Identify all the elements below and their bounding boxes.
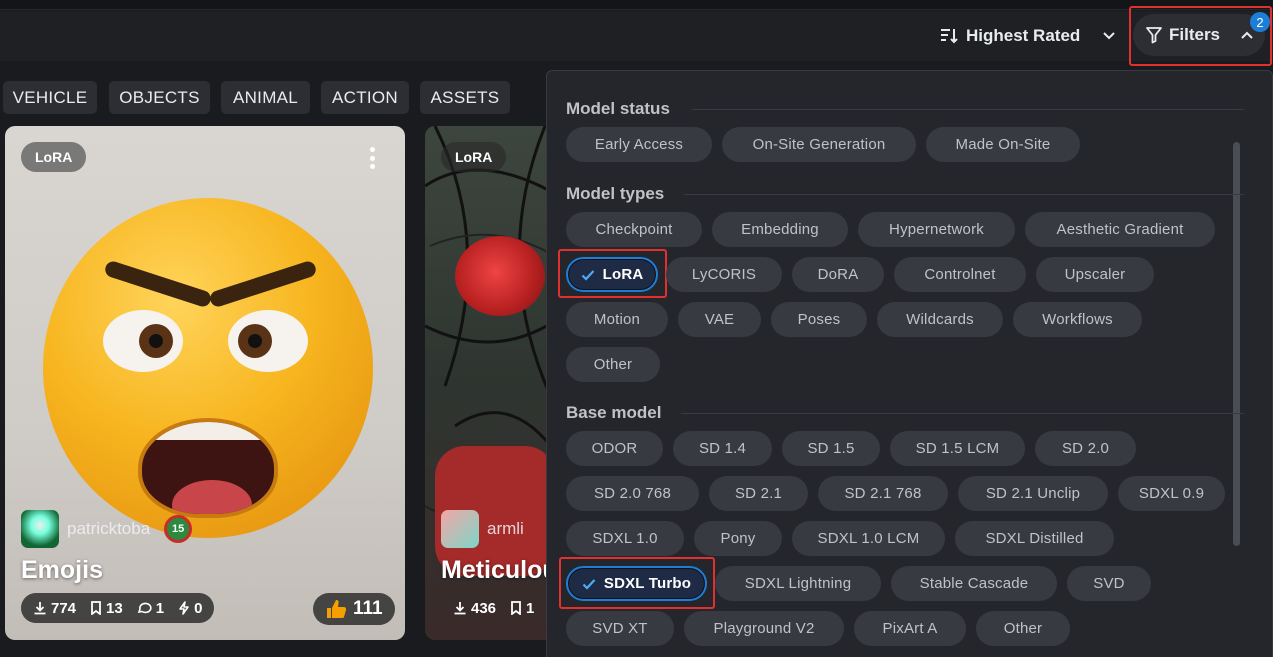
chip-stable-cascade[interactable]: Stable Cascade (891, 566, 1057, 601)
divider (692, 109, 1244, 110)
chip-sd-2-1-768[interactable]: SD 2.1 768 (818, 476, 948, 511)
chip-sd-2-1[interactable]: SD 2.1 (709, 476, 808, 511)
model-type-badge: LoRA (21, 142, 87, 172)
chip-workflows[interactable]: Workflows (1013, 302, 1142, 337)
chip-wildcards[interactable]: Wildcards (877, 302, 1003, 337)
creator-username: patricktoba (67, 519, 151, 538)
chip-hypernetwork[interactable]: Hypernetwork (858, 212, 1015, 247)
category-chip-objects[interactable]: OBJECTS (109, 81, 210, 114)
divider (684, 194, 1244, 195)
filter-icon (1146, 27, 1162, 44)
chip-other-type[interactable]: Other (566, 347, 660, 382)
chevron-down-icon (1103, 32, 1116, 40)
model-title: Meticulou (441, 556, 558, 584)
sort-dropdown[interactable]: Highest Rated (940, 22, 1116, 50)
creator[interactable]: armli (441, 510, 524, 548)
chevron-up-icon (1241, 31, 1253, 39)
model-stats: 774 13 1 0 (21, 593, 215, 623)
download-icon (454, 602, 466, 615)
bookmark-count: 13 (106, 599, 123, 617)
chip-sdxl-1-0[interactable]: SDXL 1.0 (566, 521, 684, 556)
chip-playground-v2[interactable]: Playground V2 (684, 611, 844, 646)
chip-odor[interactable]: ODOR (566, 431, 663, 466)
chip-svd-xt[interactable]: SVD XT (566, 611, 674, 646)
chip-controlnet[interactable]: Controlnet (894, 257, 1026, 292)
chip-sdxl-1-0-lcm[interactable]: SDXL 1.0 LCM (792, 521, 945, 556)
category-chip-assets[interactable]: ASSETS (420, 81, 510, 114)
chip-motion[interactable]: Motion (566, 302, 668, 337)
chip-vae[interactable]: VAE (678, 302, 761, 337)
chip-checkpoint[interactable]: Checkpoint (566, 212, 702, 247)
download-icon (34, 602, 46, 615)
creator-username: armli (487, 519, 524, 538)
chip-upscaler[interactable]: Upscaler (1036, 257, 1154, 292)
creator-level-badge: 15 (164, 515, 193, 543)
like-count: 111 (353, 598, 383, 619)
section-title-model-status: Model status (566, 99, 670, 118)
like-button[interactable]: 111 (313, 593, 395, 625)
model-type-badge: LoRA (441, 142, 507, 172)
chip-sd-1-4[interactable]: SD 1.4 (673, 431, 772, 466)
rose-graphic (455, 236, 545, 316)
model-card[interactable]: LoRA patricktoba 15 Emojis 774 13 1 0 11… (5, 126, 405, 640)
chip-label: LoRA (602, 266, 644, 283)
bookmark-icon (91, 601, 101, 615)
filters-count-badge: 2 (1250, 12, 1270, 32)
scrollbar[interactable] (1233, 142, 1240, 546)
more-options-icon[interactable] (363, 144, 381, 172)
avatar (441, 510, 479, 548)
chip-lycoris[interactable]: LyCORIS (666, 257, 782, 292)
top-strip (0, 0, 1273, 10)
chip-sd-2-1-unclip[interactable]: SD 2.1 Unclip (958, 476, 1108, 511)
chip-sd-2-0-768[interactable]: SD 2.0 768 (566, 476, 699, 511)
divider (681, 413, 1244, 414)
chip-embedding[interactable]: Embedding (712, 212, 848, 247)
chip-sd-1-5[interactable]: SD 1.5 (782, 431, 880, 466)
tip-count: 0 (194, 599, 203, 617)
chip-dora[interactable]: DoRA (792, 257, 884, 292)
chip-pixart-a[interactable]: PixArt A (854, 611, 966, 646)
comment-count: 1 (155, 599, 165, 617)
section-title-model-types: Model types (566, 184, 665, 203)
avatar (21, 510, 59, 548)
download-count: 436 (471, 599, 497, 617)
comment-icon (137, 602, 152, 614)
sort-label: Highest Rated (966, 26, 1081, 45)
category-chip-vehicle[interactable]: VEHICLE (3, 81, 97, 114)
sort-icon (941, 29, 958, 44)
model-preview-image (43, 198, 373, 538)
chip-other-base[interactable]: Other (976, 611, 1070, 646)
bookmark-icon (511, 601, 521, 615)
chip-made-on-site[interactable]: Made On-Site (926, 127, 1080, 162)
creator[interactable]: patricktoba 15 (21, 510, 193, 548)
filters-label: Filters (1169, 25, 1221, 44)
chip-sd-2-0[interactable]: SD 2.0 (1035, 431, 1136, 466)
chip-aesthetic-gradient[interactable]: Aesthetic Gradient (1025, 212, 1215, 247)
chip-svd[interactable]: SVD (1067, 566, 1151, 601)
check-icon (582, 578, 596, 590)
chip-sdxl-distilled[interactable]: SDXL Distilled (955, 521, 1114, 556)
bookmark-count: 1 (526, 599, 535, 617)
chip-pony[interactable]: Pony (694, 521, 782, 556)
check-icon (581, 269, 594, 281)
model-title: Emojis (21, 556, 103, 584)
section-title-base-model: Base model (566, 403, 662, 422)
chip-on-site-generation[interactable]: On-Site Generation (722, 127, 916, 162)
chip-sdxl-turbo-selected[interactable]: SDXL Turbo (566, 566, 707, 601)
download-count: 774 (51, 599, 77, 617)
category-chip-animal[interactable]: ANIMAL (221, 81, 310, 114)
chip-poses[interactable]: Poses (771, 302, 867, 337)
chip-sd-1-5-lcm[interactable]: SD 1.5 LCM (890, 431, 1025, 466)
chip-early-access[interactable]: Early Access (566, 127, 712, 162)
category-chip-action[interactable]: ACTION (321, 81, 409, 114)
chip-sdxl-0-9[interactable]: SDXL 0.9 (1118, 476, 1225, 511)
lightning-icon (179, 601, 189, 615)
thumbs-up-icon (327, 600, 347, 618)
model-stats: 436 1 (441, 593, 546, 623)
chip-lora-selected[interactable]: LoRA (566, 257, 658, 292)
chip-label: SDXL Turbo (603, 575, 692, 592)
filters-button[interactable]: Filters (1133, 14, 1265, 56)
chip-sdxl-lightning[interactable]: SDXL Lightning (715, 566, 881, 601)
